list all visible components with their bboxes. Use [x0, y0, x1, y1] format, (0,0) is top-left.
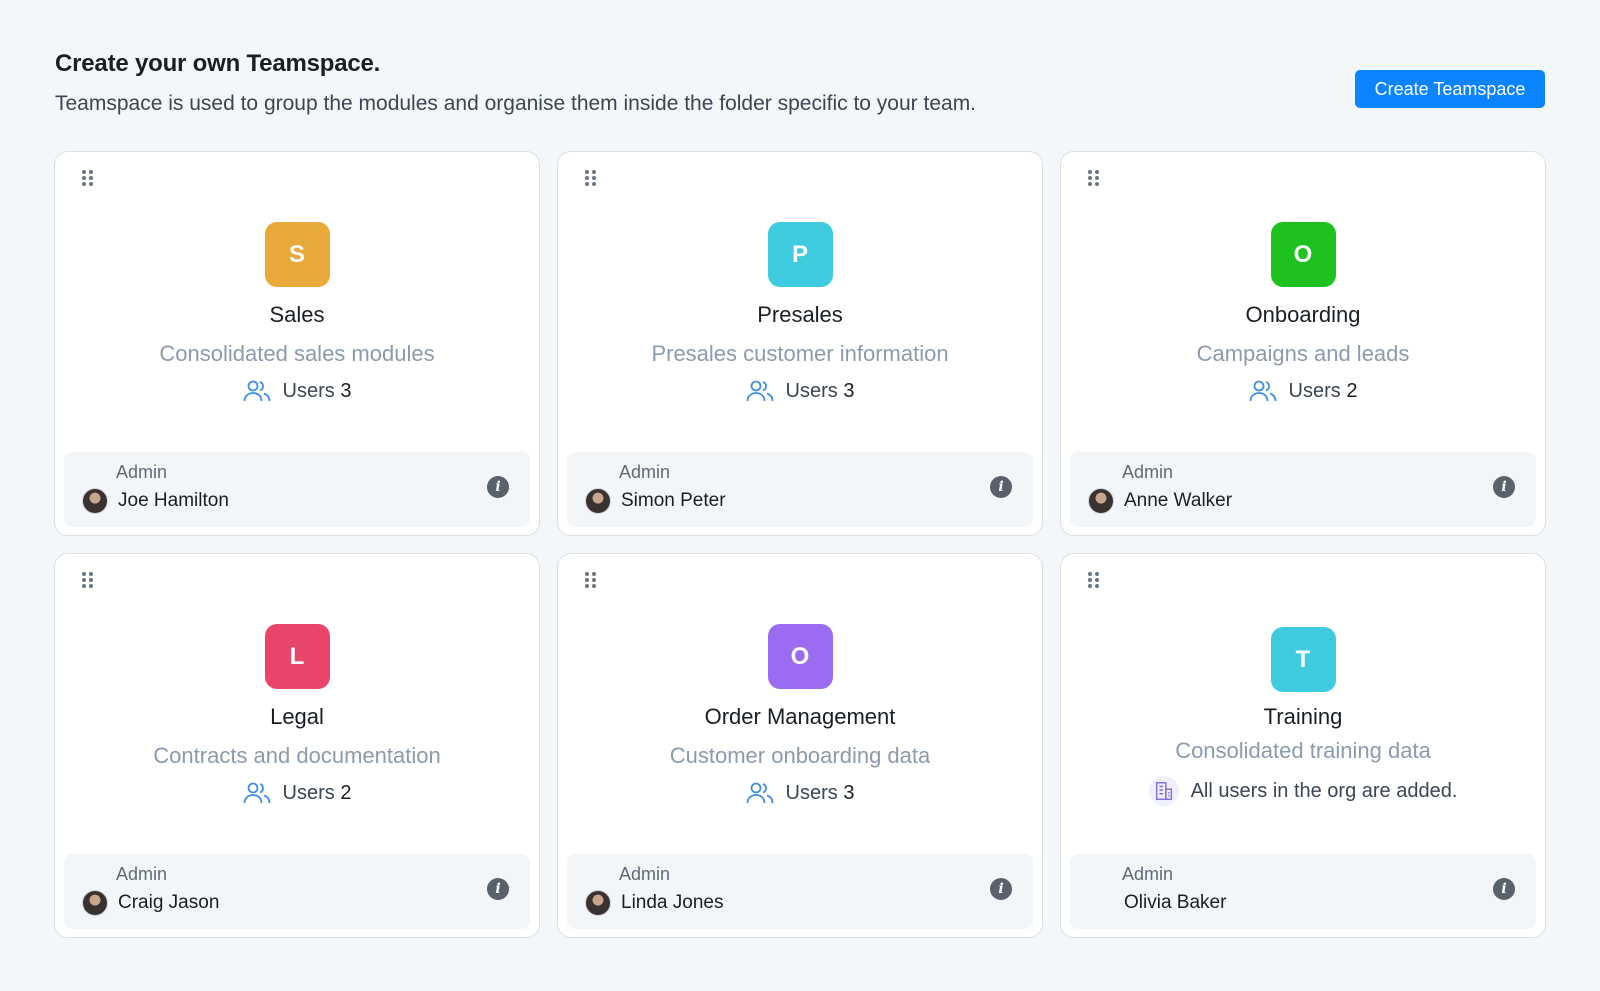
- teamspace-name: Onboarding: [1245, 302, 1361, 327]
- users-count[interactable]: Users 3: [55, 379, 539, 403]
- page-title: Create your own Teamspace.: [55, 50, 381, 77]
- admin-label: Admin: [116, 462, 168, 482]
- org-users-note: All users in the org are added.: [1061, 776, 1545, 806]
- users-number: 3: [340, 379, 352, 402]
- info-icon[interactable]: i: [487, 878, 509, 900]
- info-icon[interactable]: i: [1493, 476, 1515, 498]
- admin-footer: Admin Linda Jones i: [567, 854, 1033, 929]
- admin-name: Linda Jones: [621, 892, 724, 913]
- page-subtitle: Teamspace is used to group the modules a…: [55, 92, 977, 115]
- users-icon: [243, 782, 270, 804]
- teamspace-letter-avatar: O: [767, 624, 833, 689]
- drag-handle-icon[interactable]: [1088, 170, 1100, 188]
- teamspace-letter-avatar: L: [264, 624, 330, 689]
- users-count[interactable]: Users 2: [1061, 379, 1545, 403]
- org-users-text: All users in the org are added.: [1190, 779, 1458, 802]
- building-icon: [1148, 776, 1179, 806]
- admin-avatar: [1088, 890, 1114, 916]
- admin-name: Simon Peter: [621, 490, 726, 511]
- teamspace-name: Order Management: [704, 704, 896, 729]
- drag-handle-icon[interactable]: [82, 572, 94, 590]
- teamspace-description: Customer onboarding data: [669, 743, 931, 768]
- admin-footer: Admin Olivia Baker i: [1070, 854, 1536, 929]
- create-teamspace-button[interactable]: Create Teamspace: [1355, 70, 1545, 108]
- teamspace-letter-avatar: S: [264, 222, 330, 287]
- teamspace-card[interactable]: L Legal Contracts and documentation User…: [54, 553, 540, 938]
- admin-footer: Admin Joe Hamilton i: [64, 452, 530, 527]
- admin-footer: Admin Craig Jason i: [64, 854, 530, 929]
- users-icon: [746, 380, 773, 402]
- page-header: Create your own Teamspace. Teamspace is …: [55, 50, 1545, 120]
- teamspace-name: Training: [1263, 704, 1343, 729]
- admin-label: Admin: [1122, 462, 1174, 482]
- admin-avatar: [82, 890, 108, 916]
- admin-label: Admin: [619, 864, 671, 884]
- users-label: Users: [282, 379, 335, 402]
- admin-label: Admin: [619, 462, 671, 482]
- admin-label: Admin: [116, 864, 168, 884]
- admin-name: Olivia Baker: [1124, 892, 1227, 913]
- info-icon[interactable]: i: [990, 878, 1012, 900]
- admin-avatar: [1088, 488, 1114, 514]
- teamspace-page: Create your own Teamspace. Teamspace is …: [0, 0, 1600, 991]
- teamspace-name: Legal: [270, 704, 324, 729]
- admin-name: Anne Walker: [1124, 490, 1233, 511]
- teamspace-card[interactable]: S Sales Consolidated sales modules Users…: [54, 151, 540, 536]
- teamspace-grid: S Sales Consolidated sales modules Users…: [54, 151, 1546, 938]
- users-icon: [746, 782, 773, 804]
- teamspace-card[interactable]: O Order Management Customer onboarding d…: [557, 553, 1043, 938]
- teamspace-letter-avatar: T: [1270, 627, 1336, 692]
- users-icon: [243, 380, 270, 402]
- users-count[interactable]: Users 3: [558, 781, 1042, 805]
- drag-handle-icon[interactable]: [1088, 572, 1100, 590]
- admin-avatar: [585, 890, 611, 916]
- info-icon[interactable]: i: [990, 476, 1012, 498]
- teamspace-card[interactable]: T Training Consolidated training data Al…: [1060, 553, 1546, 938]
- admin-avatar: [585, 488, 611, 514]
- teamspace-description: Campaigns and leads: [1196, 341, 1410, 366]
- drag-handle-icon[interactable]: [82, 170, 94, 188]
- teamspace-description: Presales customer information: [651, 341, 949, 366]
- admin-avatar: [82, 488, 108, 514]
- users-label: Users: [785, 379, 838, 402]
- users-label: Users: [282, 781, 335, 804]
- admin-label: Admin: [1122, 864, 1174, 884]
- teamspace-letter-avatar: O: [1270, 222, 1336, 287]
- teamspace-name: Sales: [269, 302, 325, 327]
- admin-footer: Admin Simon Peter i: [567, 452, 1033, 527]
- users-icon: [1249, 380, 1276, 402]
- users-label: Users: [1288, 379, 1341, 402]
- teamspace-name: Presales: [757, 302, 843, 327]
- teamspace-letter-avatar: P: [767, 222, 833, 287]
- users-number: 2: [1346, 379, 1358, 402]
- admin-name: Craig Jason: [118, 892, 220, 913]
- info-icon[interactable]: i: [487, 476, 509, 498]
- drag-handle-icon[interactable]: [585, 170, 597, 188]
- teamspace-card[interactable]: O Onboarding Campaigns and leads Users 2…: [1060, 151, 1546, 536]
- users-count[interactable]: Users 3: [558, 379, 1042, 403]
- admin-name: Joe Hamilton: [118, 490, 229, 511]
- users-number: 3: [843, 781, 855, 804]
- admin-footer: Admin Anne Walker i: [1070, 452, 1536, 527]
- users-number: 3: [843, 379, 855, 402]
- info-icon[interactable]: i: [1493, 878, 1515, 900]
- teamspace-description: Contracts and documentation: [153, 743, 441, 768]
- teamspace-description: Consolidated sales modules: [159, 341, 435, 366]
- teamspace-card[interactable]: P Presales Presales customer information…: [557, 151, 1043, 536]
- users-number: 2: [340, 781, 352, 804]
- users-count[interactable]: Users 2: [55, 781, 539, 805]
- teamspace-description: Consolidated training data: [1175, 738, 1431, 763]
- users-label: Users: [785, 781, 838, 804]
- drag-handle-icon[interactable]: [585, 572, 597, 590]
